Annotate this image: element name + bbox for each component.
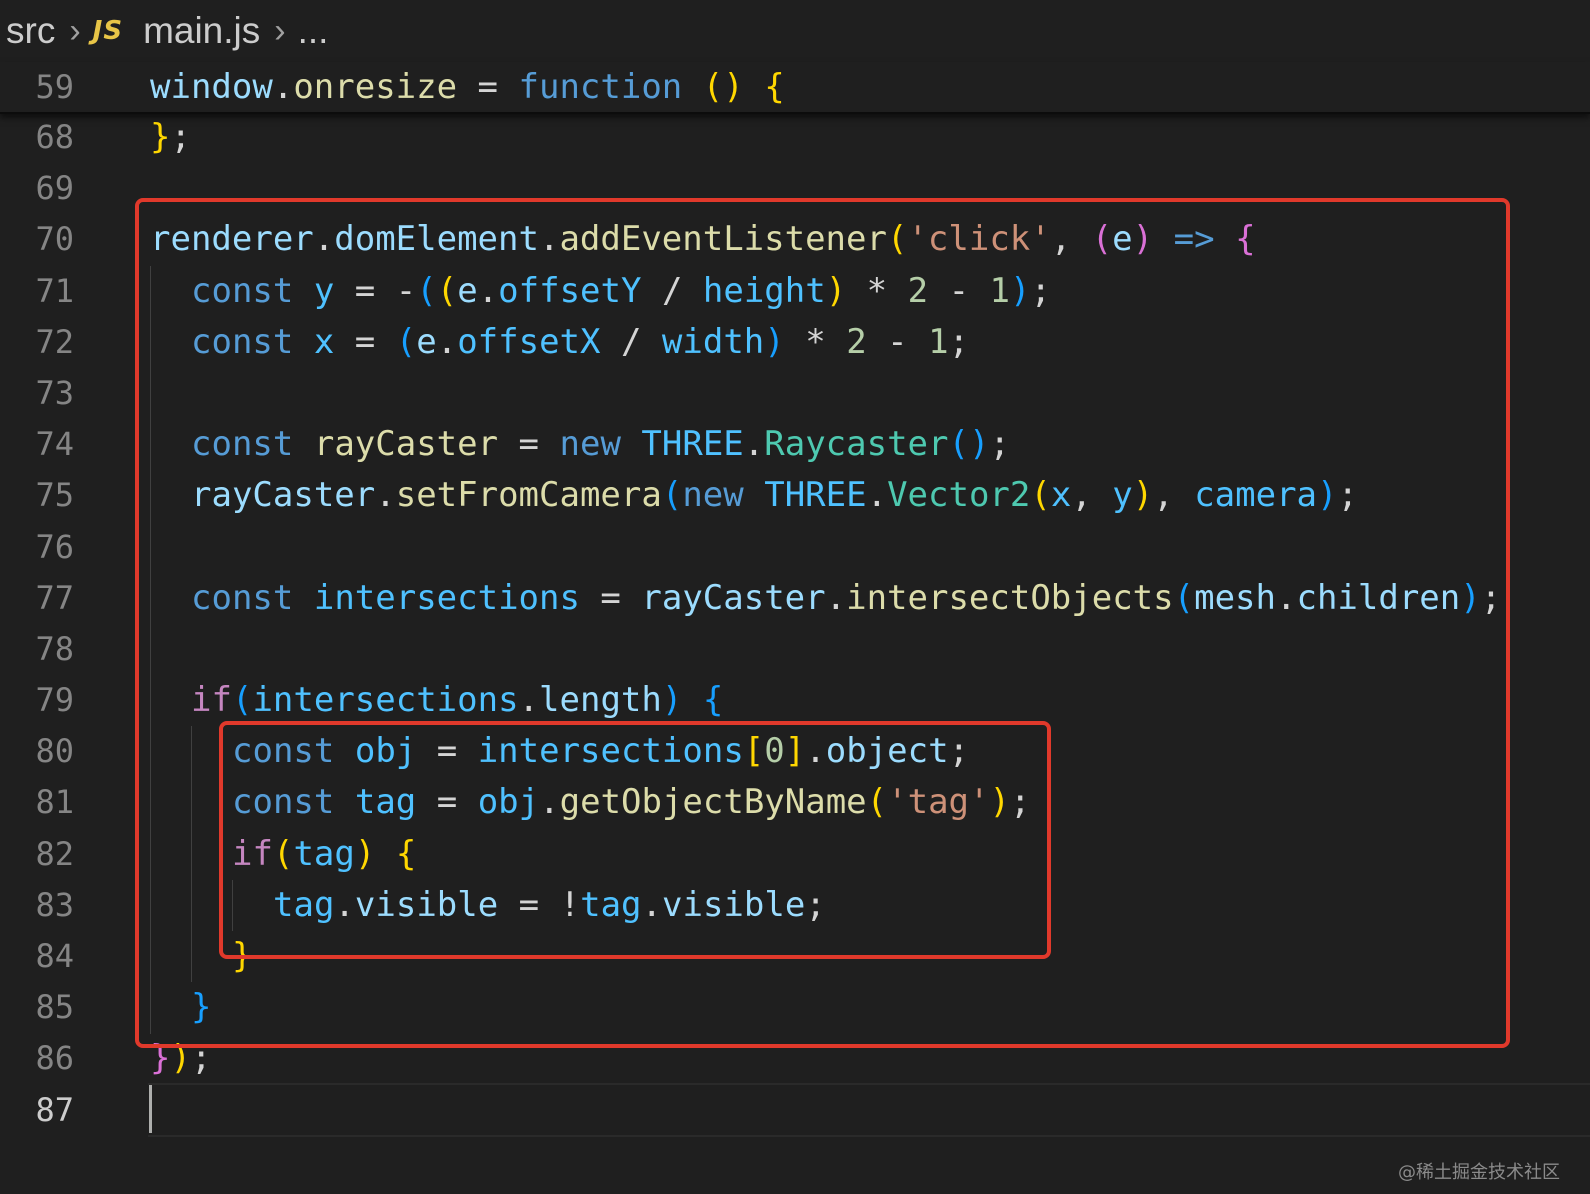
breadcrumb-folder[interactable]: src: [6, 10, 55, 52]
line-number: 80: [35, 732, 74, 771]
line-number: 73: [35, 373, 74, 412]
indent-guide: [150, 265, 151, 1034]
sticky-scroll-header[interactable]: 59 window.onresize = function () {: [0, 62, 1590, 114]
line-number: 69: [35, 169, 74, 208]
indent-guide: [191, 726, 192, 983]
code-text: };: [150, 112, 191, 163]
code-token: window: [150, 67, 273, 107]
code-token: .: [272, 67, 294, 107]
line-number: 78: [35, 629, 74, 668]
line-number: 86: [35, 1039, 74, 1078]
line-number: 81: [35, 783, 74, 822]
code-token: =: [457, 67, 519, 107]
code-line[interactable]: 68};: [0, 112, 1590, 163]
code-token: ;: [170, 117, 191, 157]
inner-highlight-box: [219, 721, 1051, 959]
line-number: 70: [35, 220, 74, 259]
sticky-line[interactable]: 59 window.onresize = function () {: [0, 62, 1590, 112]
code-token: onresize: [293, 67, 458, 107]
code-token: {: [764, 67, 785, 107]
code-token: }: [150, 117, 171, 157]
line-number: 83: [35, 885, 74, 924]
line-number: 85: [35, 988, 74, 1027]
text-cursor: [149, 1085, 152, 1133]
line-number: 75: [35, 476, 74, 515]
line-number: 82: [35, 834, 74, 873]
line-number: 68: [35, 118, 74, 156]
line-number: 74: [35, 425, 74, 464]
indent-guide: [232, 880, 233, 932]
breadcrumb-file[interactable]: main.js: [143, 10, 260, 52]
chevron-right-icon: ›: [69, 11, 81, 50]
line-number: 72: [35, 322, 74, 361]
chevron-right-icon: ›: [274, 11, 286, 50]
breadcrumb-more[interactable]: ...: [298, 10, 329, 52]
line-number: 87: [35, 1090, 74, 1129]
javascript-file-icon: JS: [92, 16, 124, 46]
code-token: function: [518, 67, 683, 107]
line-number: 71: [35, 271, 74, 310]
code-text: window.onresize = function () {: [150, 62, 785, 113]
line-number: 84: [35, 937, 74, 975]
current-line-highlight: [148, 1083, 1590, 1137]
watermark: @稀土掘金技术社区: [1398, 1162, 1560, 1183]
line-number: 59: [35, 68, 74, 106]
breadcrumb: src › JS main.js › ...: [0, 0, 1590, 62]
line-number: 79: [35, 681, 74, 720]
code-token: (): [702, 67, 744, 107]
line-number: 76: [35, 527, 74, 566]
line-number: 77: [35, 578, 74, 617]
